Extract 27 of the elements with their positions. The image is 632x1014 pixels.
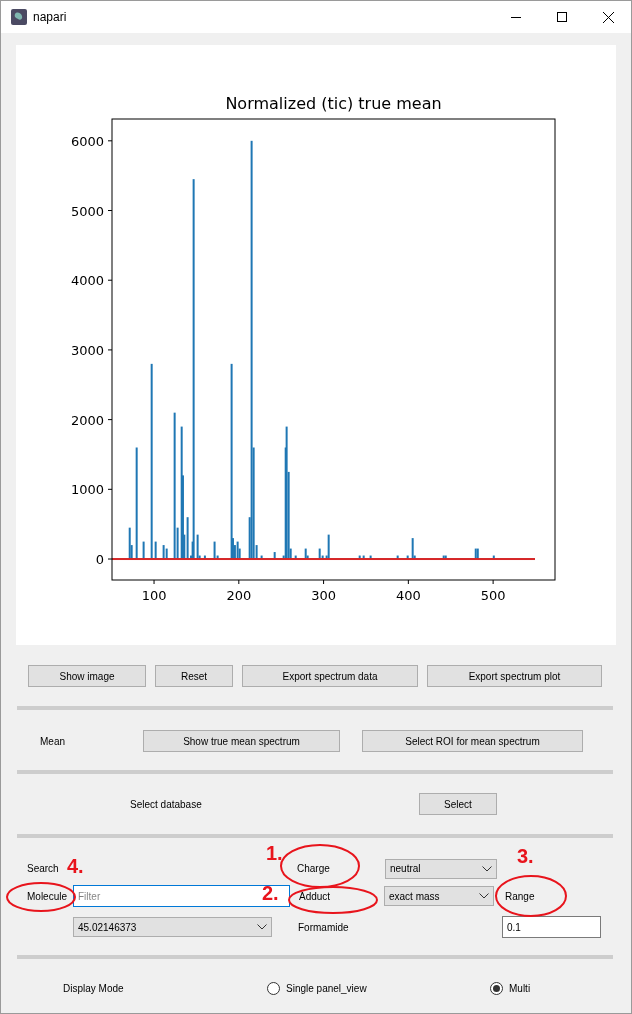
molecule-label: Molecule: [27, 889, 69, 904]
chart-title: Normalized (tic) true mean: [225, 94, 442, 113]
annotation-number: 2.: [262, 883, 279, 903]
y-tick-label: 1000: [70, 482, 104, 498]
y-tick-label: 5000: [70, 203, 104, 219]
annotation-number: 3.: [517, 846, 534, 866]
x-tick-label: 500: [480, 588, 506, 603]
range-label: Range: [505, 889, 535, 904]
annotation-number: 4.: [67, 856, 84, 876]
annotation-number: 1.: [266, 843, 283, 863]
y-tick-label: 3000: [70, 342, 104, 358]
mean-label: Mean: [40, 734, 66, 749]
formamide-label: Formamide: [298, 920, 350, 935]
charge-label: Charge: [297, 862, 331, 876]
y-tick-label: 6000: [70, 133, 104, 149]
display-mode-label: Display Mode: [63, 981, 125, 996]
x-tick-label: 400: [395, 588, 421, 603]
search-label: Search: [27, 863, 59, 874]
x-tick-label: 200: [226, 588, 252, 603]
x-tick-label: 100: [141, 588, 167, 603]
x-tick-label: 300: [311, 588, 336, 603]
adduct-label: Adduct: [299, 889, 332, 904]
y-tick-label: 4000: [70, 273, 104, 289]
y-tick-label: 2000: [70, 412, 104, 428]
database-label: Select database: [130, 797, 203, 812]
window-title: napari: [33, 9, 67, 26]
y-tick-label: 0: [95, 552, 104, 567]
